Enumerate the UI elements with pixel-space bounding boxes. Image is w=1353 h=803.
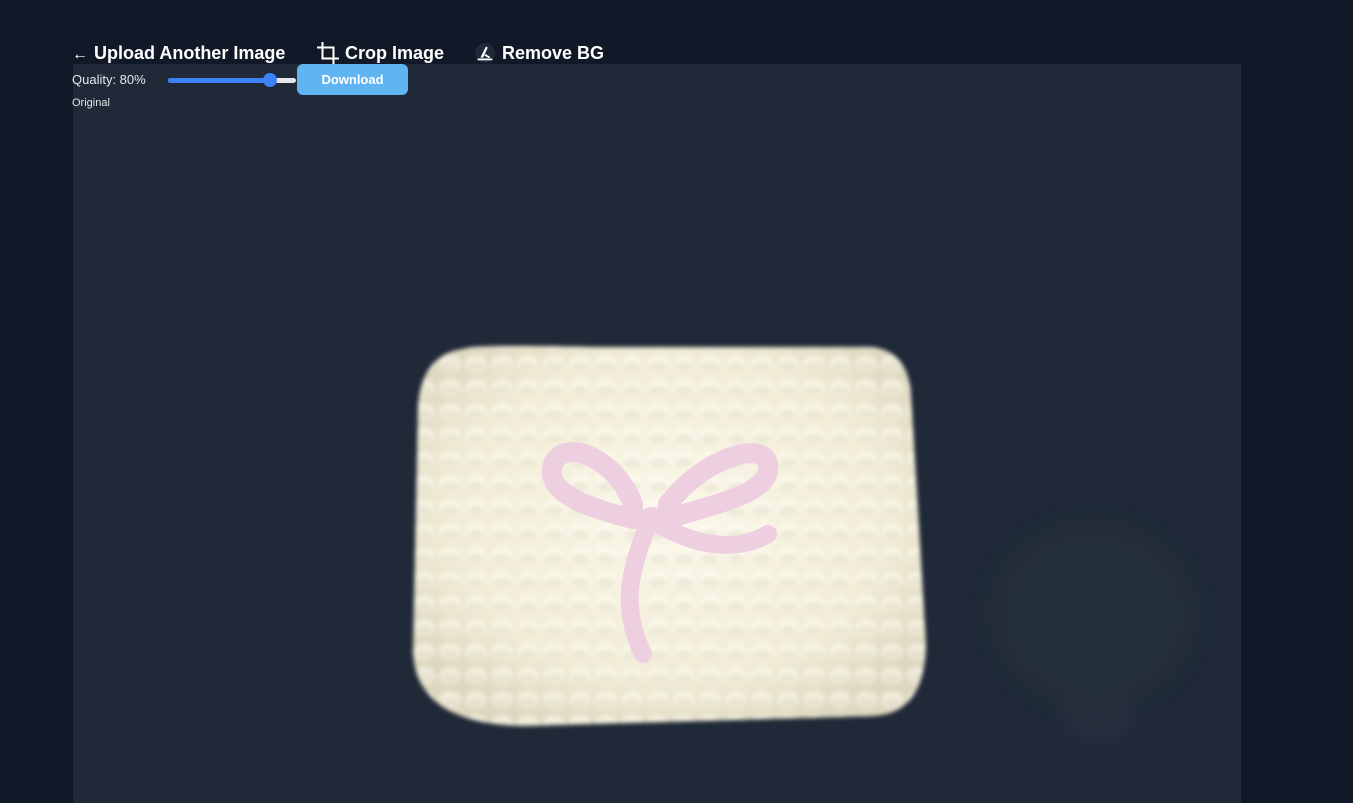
crop-icon — [317, 42, 339, 64]
eraser-icon — [474, 42, 496, 64]
image-canvas — [73, 64, 1241, 803]
quality-slider-fill — [168, 78, 271, 83]
knitted-pouch-image — [413, 345, 1198, 741]
remove-bg-button[interactable]: Remove BG — [474, 40, 604, 66]
remove-bg-label: Remove BG — [502, 42, 605, 63]
download-button[interactable]: Download — [297, 64, 408, 95]
quality-slider[interactable] — [168, 73, 296, 87]
crop-image-label: Crop Image — [345, 42, 445, 63]
upload-another-image-button[interactable]: ← Upload Another Image — [72, 40, 285, 66]
quality-label: Quality: 80% — [72, 72, 146, 87]
crop-image-button[interactable]: Crop Image — [317, 40, 444, 66]
preview-label: Original — [72, 97, 110, 109]
arrow-left-icon: ← — [72, 46, 88, 63]
upload-another-image-label: Upload Another Image — [94, 42, 286, 63]
